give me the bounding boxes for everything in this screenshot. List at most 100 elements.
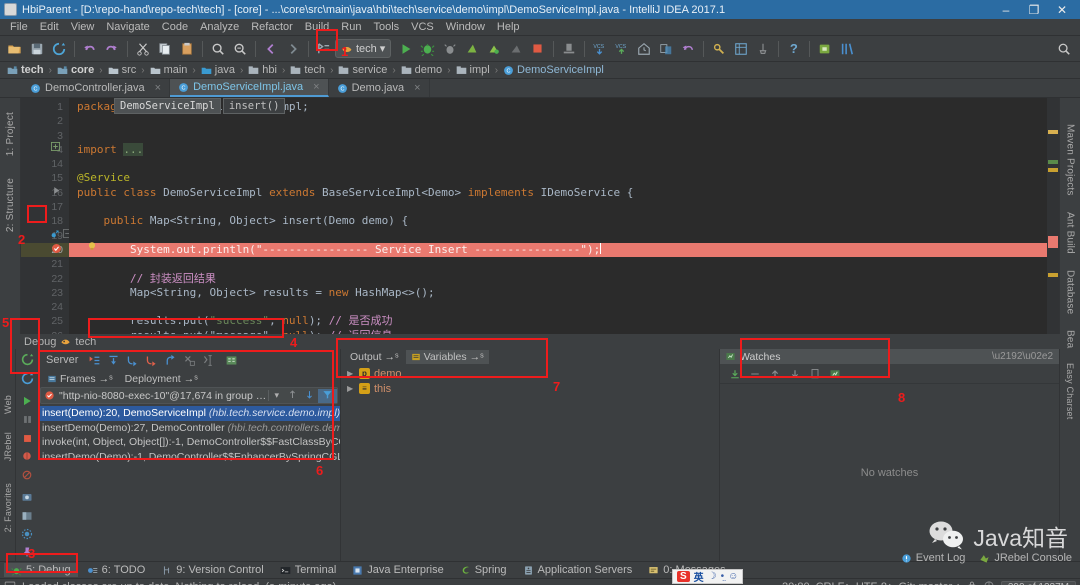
tool-window-9-version-control[interactable]: 9: Version Control — [154, 563, 270, 577]
gutter-line-4[interactable]: 4 — [21, 143, 69, 157]
menu-item-vcs[interactable]: VCS — [405, 20, 440, 34]
gutter-line-24[interactable]: 24 — [21, 300, 69, 314]
project-structure-icon[interactable] — [730, 38, 751, 59]
save-all-icon[interactable] — [26, 38, 47, 59]
tool-window-java-enterprise[interactable]: Java Enterprise — [345, 563, 450, 577]
gutter-line-2[interactable]: 2 — [21, 114, 69, 128]
event-log-button[interactable]: Event Log — [901, 552, 965, 564]
breadcrumb-method[interactable]: insert() — [222, 98, 286, 114]
replace-icon[interactable] — [229, 38, 250, 59]
sidebar-item-easy-charset[interactable]: Easy Charset — [1065, 359, 1075, 423]
intention-bulb-icon[interactable] — [87, 241, 97, 254]
editor-code-area[interactable]: DemoServiceImpl insert() package hbi.tec… — [69, 98, 1047, 334]
marker-warning[interactable] — [1048, 130, 1058, 134]
maximize-button[interactable]: ❐ — [1020, 0, 1048, 19]
expand-arrow-icon[interactable]: ▶ — [347, 384, 355, 393]
gutter-line-17[interactable]: 17 — [21, 200, 69, 214]
find-icon[interactable] — [207, 38, 228, 59]
thread-dropdown-icon[interactable]: ▾ — [268, 390, 284, 401]
breadcrumb-item-java[interactable]: java — [198, 64, 238, 76]
tab-frames[interactable]: Frames →ˢ — [42, 372, 118, 386]
editor-tab-democontroller-java[interactable]: C DemoController.java × — [22, 79, 171, 97]
ime-moon-icon[interactable]: ☽ — [708, 571, 717, 582]
sidebar-item-structure[interactable]: 2: Structure — [5, 174, 16, 236]
breadcrumb-item-main[interactable]: main — [147, 64, 191, 76]
breadcrumb-item-core[interactable]: core — [54, 64, 97, 76]
screenshot-icon[interactable] — [18, 489, 36, 506]
menu-item-edit[interactable]: Edit — [34, 20, 65, 34]
vcs-revert-icon[interactable] — [677, 38, 698, 59]
menu-item-window[interactable]: Window — [440, 20, 491, 34]
breadcrumb-class[interactable]: DemoServiceImpl — [114, 98, 221, 114]
git-branch[interactable]: Git: master ↕ — [898, 581, 960, 585]
vcs-history-icon[interactable] — [633, 38, 654, 59]
update-application-icon[interactable] — [18, 369, 36, 386]
edit-watch-icon[interactable] — [828, 367, 842, 381]
mute-breakpoints-icon[interactable] — [18, 466, 36, 483]
variable-row[interactable]: ▶ ≡ this — [341, 381, 719, 396]
view-breakpoints-icon[interactable] — [18, 448, 36, 465]
resume-program-icon[interactable] — [18, 393, 36, 410]
close-tab-icon[interactable]: × — [155, 82, 161, 94]
cut-icon[interactable] — [132, 38, 153, 59]
code-line-3[interactable] — [69, 129, 1047, 143]
gutter-line-16[interactable]: 16 — [21, 186, 69, 200]
gutter-line-3[interactable]: 3 — [21, 129, 69, 143]
navigate-back-icon[interactable] — [260, 38, 281, 59]
gutter-line-26[interactable]: 26 — [21, 329, 69, 334]
breadcrumb-item-impl[interactable]: impl — [453, 64, 493, 76]
layout-settings-icon[interactable] — [18, 507, 36, 524]
filter-frames-icon[interactable] — [318, 388, 337, 403]
frames-list[interactable]: insert(Demo):20, DemoServiceImpl (hbi.te… — [38, 405, 340, 561]
sync-icon[interactable] — [48, 38, 69, 59]
tool-window-terminal[interactable]: Terminal — [273, 563, 344, 577]
run-method-gutter-icon[interactable] — [52, 186, 61, 198]
tab-output[interactable]: Output →ˢ — [345, 350, 404, 364]
add-watch-icon[interactable] — [728, 367, 742, 381]
code-line-14[interactable] — [69, 157, 1047, 171]
stop-button[interactable] — [527, 38, 548, 59]
ime-smiley-icon[interactable]: ☺ — [728, 571, 738, 582]
ime-toolbar[interactable]: S 英 ☽ •̤ ☺ — [672, 569, 744, 584]
stop-icon[interactable] — [18, 429, 36, 446]
sidebar-item-project[interactable]: 1: Project — [5, 108, 16, 160]
editor-gutter[interactable]: 12341415161718192021222324252627 — [21, 98, 72, 334]
menu-item-tools[interactable]: Tools — [367, 20, 405, 34]
sogou-logo-icon[interactable]: S — [677, 571, 690, 582]
gutter-line-1[interactable]: 1 — [21, 100, 69, 114]
gutter-line-14[interactable]: 14 — [21, 157, 69, 171]
marker-breakpoint[interactable] — [1048, 236, 1058, 248]
run-coverage-icon[interactable] — [461, 38, 482, 59]
fold-expand-icon[interactable] — [51, 142, 60, 154]
ime-dots-icon[interactable]: •̤ — [721, 571, 725, 582]
sidebar-item-database[interactable]: Database — [1065, 266, 1076, 318]
sidebar-item-ant-build[interactable]: Ant Build — [1065, 208, 1076, 258]
compile-icon[interactable] — [313, 38, 334, 59]
breadcrumb-item-tech[interactable]: tech — [4, 64, 47, 76]
code-line-16[interactable]: public class DemoServiceImpl extends Bas… — [69, 186, 1047, 200]
frame-row[interactable]: insert(Demo):20, DemoServiceImpl (hbi.te… — [38, 406, 340, 421]
menu-item-analyze[interactable]: Analyze — [194, 20, 245, 34]
line-separator[interactable]: CRLF↕ — [816, 581, 850, 585]
code-line-20[interactable]: System.out.println("---------------- Ser… — [69, 242, 1047, 258]
step-over-icon[interactable] — [105, 352, 122, 369]
tab-deployment[interactable]: Deployment →ˢ — [120, 372, 203, 386]
step-into-icon[interactable] — [124, 352, 141, 369]
jrebel-icon[interactable] — [814, 38, 835, 59]
variables-list[interactable]: ▶ p demo ▶ ≡ this — [341, 364, 719, 561]
editor-tab-demo-java[interactable]: C Demo.java × — [329, 79, 430, 97]
inspections-icon[interactable] — [983, 580, 995, 585]
jrebel-console-button[interactable]: JRebel Console — [979, 552, 1072, 564]
close-tab-icon[interactable]: × — [414, 82, 420, 94]
open-folder-icon[interactable] — [4, 38, 25, 59]
marker-change[interactable] — [1048, 160, 1058, 164]
thread-selector[interactable]: "http-nio-8080-exec-10"@17,674 in group … — [40, 387, 338, 404]
breadcrumb-item-demo[interactable]: demo — [398, 64, 446, 76]
vcs-compare-icon[interactable] — [655, 38, 676, 59]
undo-icon[interactable] — [79, 38, 100, 59]
breadcrumb-item-tech[interactable]: tech — [287, 64, 328, 76]
ime-language[interactable]: 英 — [694, 569, 704, 584]
menu-item-refactor[interactable]: Refactor — [245, 20, 299, 34]
run-with-profiler-icon[interactable] — [483, 38, 504, 59]
implements-method-icon[interactable] — [50, 229, 60, 242]
